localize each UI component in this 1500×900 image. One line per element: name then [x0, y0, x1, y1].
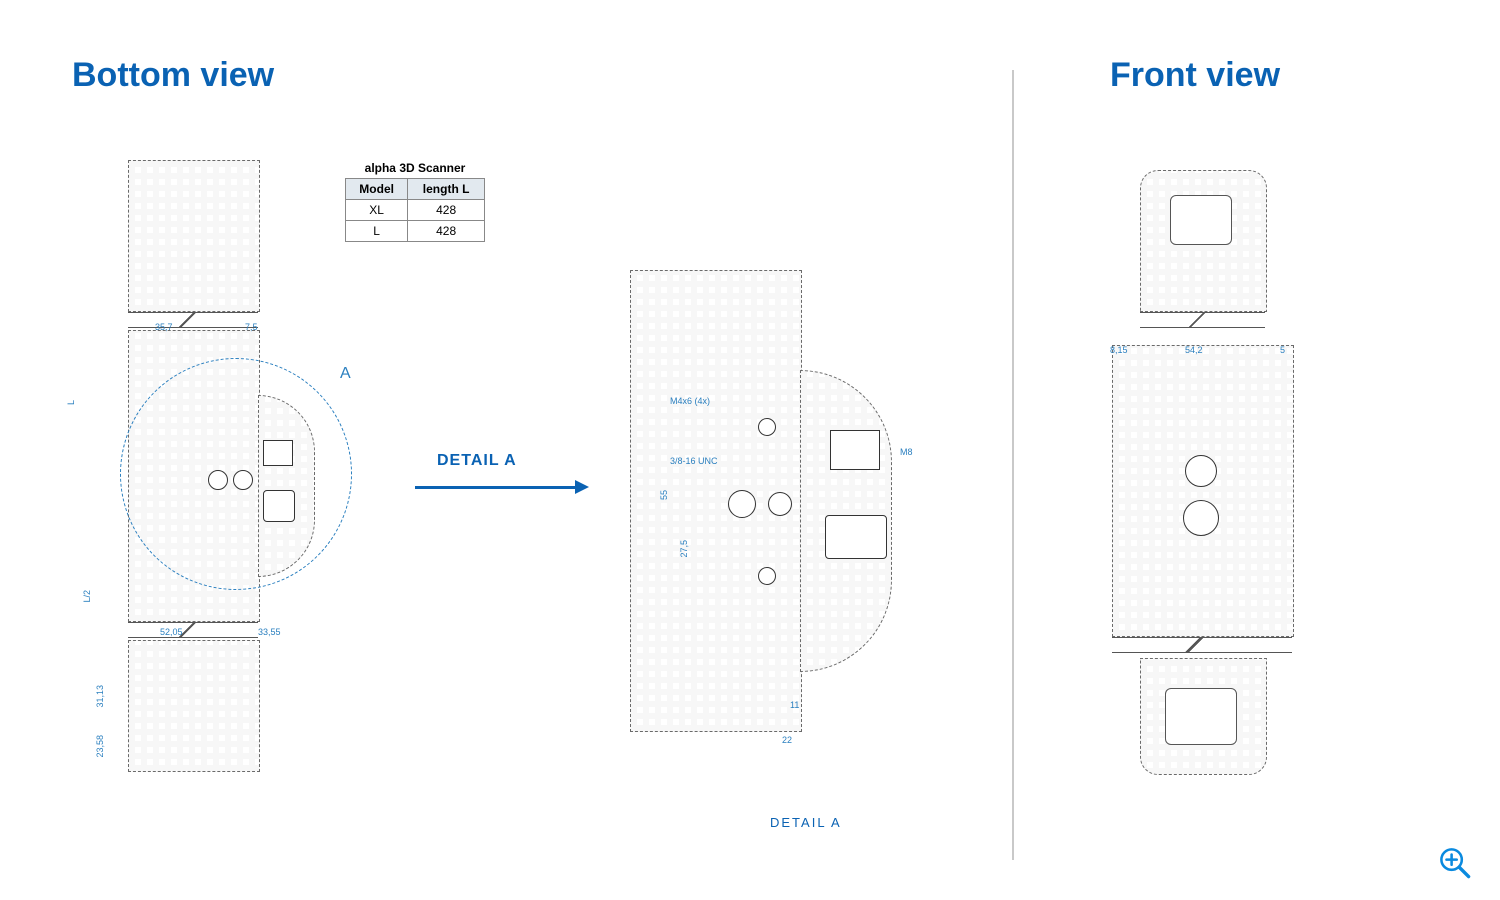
bottom-view-title: Bottom view	[72, 56, 274, 95]
dim-half-L: L/2	[82, 590, 92, 603]
dim-55: 55	[659, 490, 669, 500]
note-m4: M4x6 (4x)	[670, 396, 710, 406]
dim-275: 27,5	[679, 540, 689, 558]
cell-length: 428	[408, 221, 485, 242]
cell-model: XL	[346, 200, 408, 221]
front-camera-window-bottom	[1165, 688, 1237, 745]
front-connector-b	[1183, 500, 1219, 536]
connector-main	[825, 515, 887, 559]
front-connector-a	[1185, 455, 1217, 487]
front-view-title: Front view	[1110, 56, 1280, 95]
table-header-row: Model length L	[346, 179, 485, 200]
dim-overall-L: L	[66, 400, 76, 405]
section-divider	[1012, 70, 1014, 860]
dim-75: 7,5	[245, 322, 258, 332]
dim-5205: 52,05	[160, 627, 183, 637]
connector-m8	[830, 430, 880, 470]
dim-3113: 31,13	[95, 685, 105, 708]
dim-11: 11	[790, 700, 799, 710]
hole-m4	[758, 567, 776, 585]
table-row: L 428	[346, 221, 485, 242]
detail-a-caption: DETAIL A	[770, 815, 842, 830]
table-caption: alpha 3D Scanner	[345, 161, 485, 175]
hole	[768, 492, 792, 516]
table-row: XL 428	[346, 200, 485, 221]
col-length: length L	[408, 179, 485, 200]
dim-22: 22	[782, 735, 792, 745]
dim-357: 35,7	[155, 322, 173, 332]
hole-m4	[758, 418, 776, 436]
detail-a-label: DETAIL A	[437, 452, 517, 470]
hole-38unc	[728, 490, 756, 518]
col-model: Model	[346, 179, 408, 200]
dim-2358: 23,58	[95, 735, 105, 758]
detail-arrow	[415, 486, 575, 489]
detail-a-letter: A	[340, 365, 351, 383]
scanner-length-table: Model length L XL 428 L 428	[345, 178, 485, 242]
dim-542: 54,2	[1185, 345, 1203, 355]
note-m8: M8	[900, 447, 913, 457]
detail-a-circle	[120, 358, 352, 590]
cell-length: 428	[408, 200, 485, 221]
cell-model: L	[346, 221, 408, 242]
front-camera-window-top	[1170, 195, 1232, 245]
dim-5: 5	[1280, 345, 1285, 355]
dim-815: 8,15	[1110, 345, 1128, 355]
detail-arrow-head	[575, 480, 589, 494]
note-unc: 3/8-16 UNC	[670, 456, 718, 466]
zoom-in-icon[interactable]	[1438, 846, 1472, 880]
dim-3355: 33,55	[258, 627, 281, 637]
